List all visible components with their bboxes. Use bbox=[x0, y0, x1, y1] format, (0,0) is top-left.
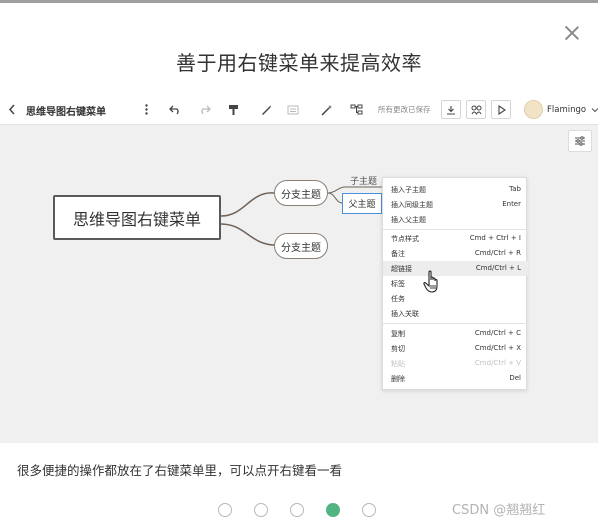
page-dot-3[interactable] bbox=[290, 503, 304, 517]
menu-item-node-style[interactable]: 节点样式 Cmd + Ctrl + I bbox=[383, 231, 528, 246]
menu-item-insert-parent[interactable]: 插入父主题 bbox=[383, 212, 528, 227]
menu-item-insert-child[interactable]: 插入子主题 Tab bbox=[383, 182, 528, 197]
tutorial-dialog: 善于用右键菜单来提高效率 思维导图右键菜单 所有更改已保存 Flamingo 思… bbox=[0, 0, 598, 523]
page-dot-5[interactable] bbox=[362, 503, 376, 517]
menu-item-cut[interactable]: 剪切 Cmd/Ctrl + X bbox=[383, 341, 528, 356]
menu-divider bbox=[383, 323, 528, 324]
hand-cursor-icon bbox=[423, 270, 438, 293]
watermark: CSDN @翘翘红 bbox=[452, 503, 546, 518]
close-icon[interactable] bbox=[564, 25, 580, 41]
page-dot-4-active[interactable] bbox=[326, 503, 340, 517]
menu-item-label[interactable]: 标签 bbox=[383, 276, 528, 291]
dialog-title: 善于用右键菜单来提高效率 bbox=[176, 51, 422, 75]
menu-item-task[interactable]: 任务 bbox=[383, 291, 528, 306]
dialog-description: 很多便捷的操作都放在了右键菜单里，可以点开右键看一看 bbox=[17, 463, 343, 478]
menu-item-paste: 粘贴 Cmd/Ctrl + V bbox=[391, 359, 521, 368]
menu-item-insert-relation[interactable]: 插入关联 bbox=[383, 306, 528, 321]
menu-divider bbox=[383, 229, 528, 230]
context-menu: 插入子主题 Tab 插入同级主题 Enter 插入父主题 节点样式 Cmd + Ctr… bbox=[382, 177, 528, 390]
preview-screenshot: 思维导图右键菜单 所有更改已保存 Flamingo 思维导图右键菜单 分支主题 … bbox=[0, 94, 598, 443]
parent-topic-selected[interactable]: 父主题 bbox=[342, 193, 382, 214]
menu-item-delete[interactable]: 删除 Del bbox=[383, 371, 528, 386]
child-topic[interactable]: 子主题 bbox=[350, 174, 377, 187]
menu-item-insert-sibling[interactable]: 插入同级主题 Enter bbox=[383, 197, 528, 212]
menu-item-hyperlink[interactable]: 超链接 Cmd/Ctrl + L bbox=[383, 261, 528, 276]
branch-topic-2[interactable]: 分支主题 bbox=[274, 233, 328, 259]
menu-item-copy[interactable]: 复制 Cmd/Ctrl + C bbox=[383, 326, 528, 341]
branch-topic-1[interactable]: 分支主题 bbox=[274, 180, 328, 206]
root-topic[interactable]: 思维导图右键菜单 bbox=[53, 195, 221, 240]
page-dot-2[interactable] bbox=[254, 503, 268, 517]
page-dot-1[interactable] bbox=[218, 503, 232, 517]
menu-item-note[interactable]: 备注 Cmd/Ctrl + R bbox=[383, 246, 528, 261]
